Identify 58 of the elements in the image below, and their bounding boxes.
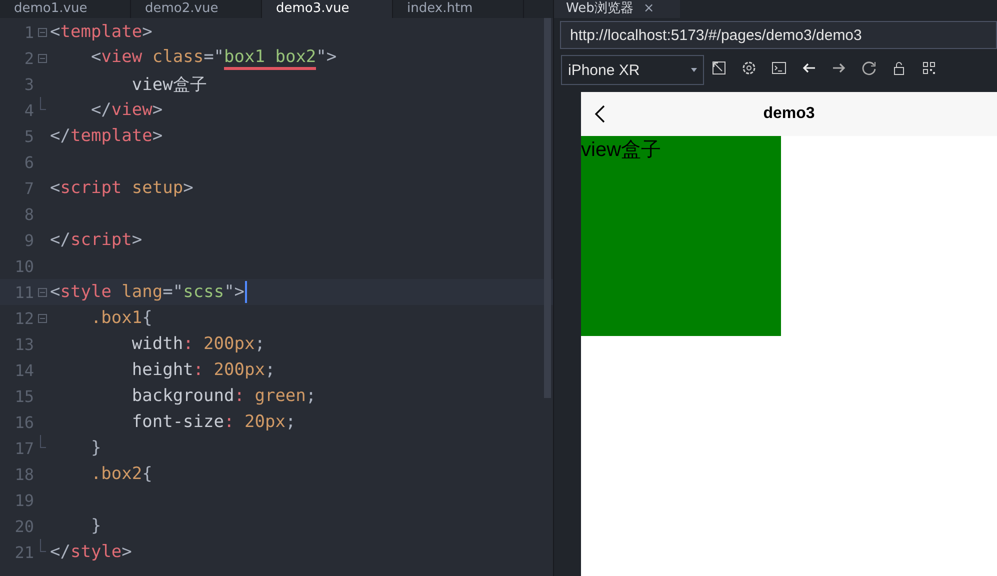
line-number: 14 (14, 360, 34, 380)
line-number: 21 (14, 542, 34, 562)
lock-icon[interactable] (891, 60, 907, 76)
close-icon[interactable]: × (643, 0, 654, 18)
line-number: 12 (14, 308, 34, 328)
line-number: 8 (23, 204, 34, 224)
line-number: 6 (23, 152, 34, 172)
code-line: </script> (50, 230, 142, 250)
scrollbar[interactable] (544, 18, 551, 398)
code-line: width: 200px; (130, 334, 265, 354)
line-number: 5 (23, 126, 34, 146)
caret-icon (691, 68, 697, 72)
line-number: 15 (14, 386, 34, 406)
code-line: .box2{ (90, 464, 152, 484)
line-number: 10 (14, 256, 34, 276)
editor-tab[interactable]: demo3.vue (262, 0, 393, 18)
code-line: .box1{ (90, 308, 152, 328)
line-number: 19 (14, 490, 34, 510)
fold-toggle-icon[interactable] (38, 54, 46, 62)
line-number: 13 (14, 334, 34, 354)
line-number: 18 (14, 464, 34, 484)
code-line: background: green; (130, 386, 316, 406)
text-cursor (244, 281, 247, 303)
terminal-icon[interactable] (771, 60, 787, 76)
line-number: 20 (14, 516, 34, 536)
code-line: </style> (50, 542, 132, 562)
code-line: } (90, 516, 102, 536)
line-number: 2 (23, 48, 34, 68)
line-number: 17 (14, 438, 34, 458)
code-line: <script setup> (50, 178, 194, 198)
url-field[interactable]: http://localhost:5173/#/pages/demo3/demo3 (560, 21, 997, 49)
code-line: </template> (50, 126, 163, 146)
code-line: view盒子 (130, 74, 207, 96)
line-number: 9 (23, 230, 34, 250)
line-number: 7 (23, 178, 34, 198)
code-line: <view class="box1 box2"> (50, 46, 337, 70)
device-select[interactable]: iPhone XR (561, 55, 704, 85)
code-line: font-size: 20px; (130, 412, 296, 432)
page-title: demo3 (763, 105, 815, 123)
line-number: 16 (14, 412, 34, 432)
resize-icon[interactable] (711, 60, 727, 76)
line-number: 4 (23, 100, 34, 120)
fold-toggle-icon[interactable] (38, 288, 46, 296)
code-line: <style lang="scss"> (50, 282, 245, 302)
code-line: <template> (50, 22, 152, 42)
line-number: 3 (23, 74, 34, 94)
qr-code-icon[interactable] (921, 60, 937, 76)
reload-icon[interactable] (861, 60, 877, 76)
browser-tab[interactable]: Web浏览器 × (554, 0, 680, 18)
fold-toggle-icon[interactable] (38, 28, 46, 36)
back-chevron-icon[interactable] (593, 104, 607, 124)
fold-toggle-icon[interactable] (38, 314, 46, 322)
settings-icon[interactable] (741, 60, 757, 76)
line-number: 1 (23, 22, 34, 42)
code-line: </view> (90, 100, 163, 120)
view-box: view盒子 (581, 136, 781, 336)
code-line: height: 200px; (130, 360, 276, 380)
code-line: } (90, 438, 102, 458)
